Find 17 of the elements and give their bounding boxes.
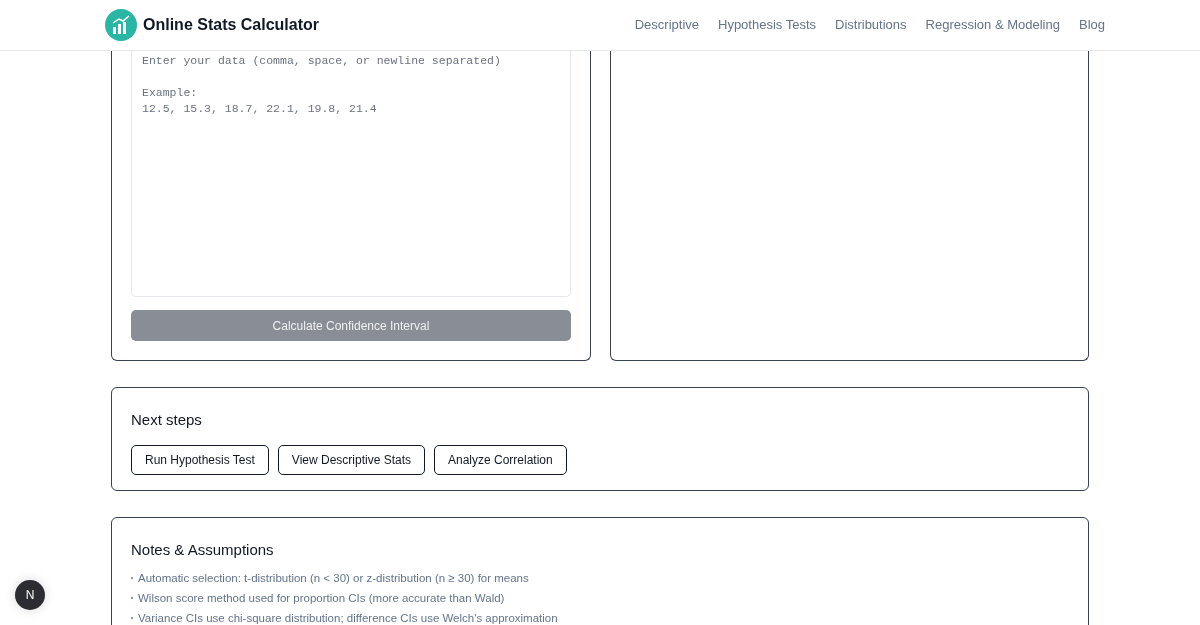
- nav-link[interactable]: Hypothesis Tests: [718, 15, 817, 35]
- next-step-button[interactable]: Run Hypothesis Test: [131, 444, 269, 475]
- note-item: Automatic selection: t-distribution (n < 30) or z-distribution (n ≥ 30) for means: [138, 570, 529, 585]
- site-title: Online Stats Calculator: [143, 15, 320, 35]
- nav-link[interactable]: Regression & Modeling: [925, 15, 1060, 35]
- note-item: Wilson score method used for proportion CIs (more accurate than Wald): [138, 590, 505, 605]
- next-step-button[interactable]: Analyze Correlation: [434, 444, 567, 475]
- next-step-button[interactable]: View Descriptive Stats: [277, 444, 425, 475]
- nav-link[interactable]: Descriptive: [634, 15, 699, 35]
- dev-badge[interactable]: N: [15, 580, 45, 610]
- section-title: Notes & Assumptions: [131, 540, 275, 560]
- nav-link[interactable]: Distributions: [835, 15, 907, 35]
- section-title: Next steps: [131, 410, 203, 430]
- data-input-field[interactable]: Enter your data (comma, space, or newline separated) Example: 12.5, 15.3, 18.7, 22.1, 19.8, 21.4: [131, 51, 571, 297]
- bar-chart-logo-icon: [105, 9, 137, 41]
- nav-link[interactable]: Blog: [1078, 15, 1105, 35]
- note-item: Variance CIs use chi-square distribution; difference CIs use Welch's approximation: [138, 610, 558, 625]
